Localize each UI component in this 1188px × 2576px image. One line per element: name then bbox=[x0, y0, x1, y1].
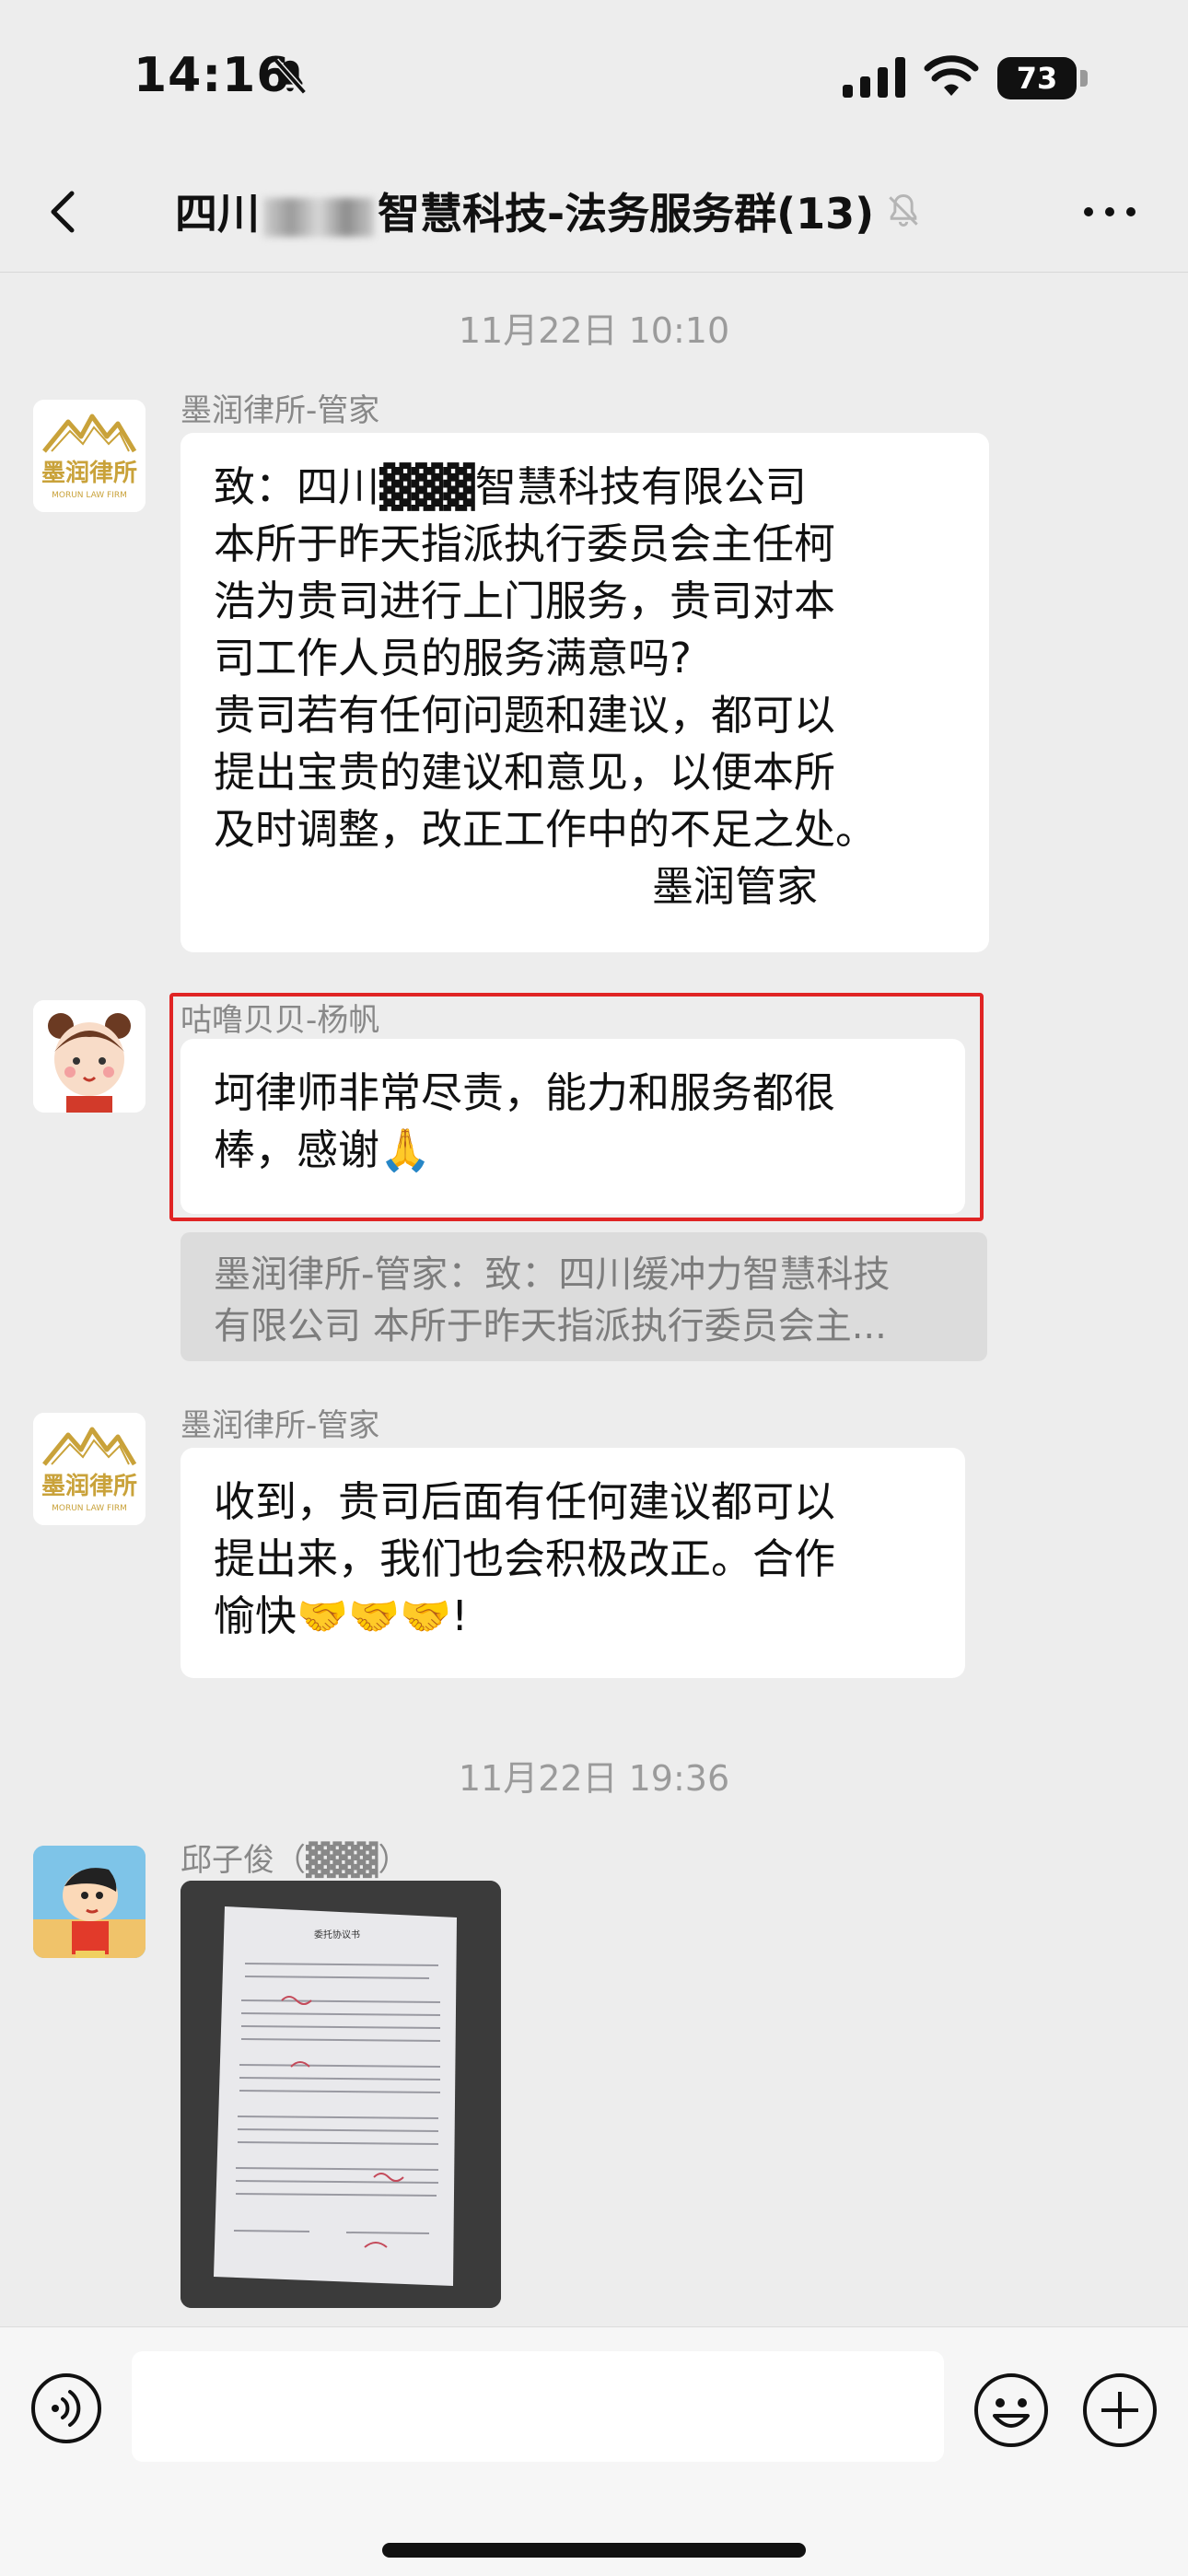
quoted-message[interactable]: 墨润律所-管家：致：四川缓冲力智慧科技 有限公司 本所于昨天指派执行委员会主..… bbox=[181, 1232, 987, 1361]
battery-level: 73 bbox=[997, 57, 1077, 99]
plus-icon[interactable] bbox=[1081, 2372, 1159, 2449]
logo-subtext: MORUN LAW FIRM bbox=[52, 491, 127, 500]
input-bar bbox=[0, 2326, 1188, 2576]
signal-icon bbox=[843, 57, 905, 98]
message-bubble[interactable]: 致：四川▓▓▓智慧科技有限公司 本所于昨天指派执行委员会主任柯 浩为贵司进行上门… bbox=[181, 433, 989, 952]
sender-name: 邱子俊（▓▓▓） bbox=[181, 1842, 410, 1879]
battery-indicator: 73 bbox=[997, 57, 1088, 99]
avatar-law-firm[interactable]: 墨润律所 MORUN LAW FIRM bbox=[33, 400, 146, 512]
message-line: 贵司若有任何问题和建议，都可以 bbox=[214, 691, 836, 740]
highlight-box bbox=[169, 993, 984, 1221]
message-line: 提出宝贵的建议和意见，以便本所 bbox=[214, 748, 836, 797]
document-title: 委托协议书 bbox=[314, 1929, 360, 1941]
sender-name: 墨润律所-管家 bbox=[181, 1407, 380, 1444]
message-input[interactable] bbox=[132, 2351, 944, 2462]
bell-off-icon bbox=[274, 58, 307, 95]
girl-avatar-illustration bbox=[33, 1000, 146, 1113]
logo-text: 墨润律所 bbox=[41, 459, 137, 487]
mute-bell-icon bbox=[889, 194, 918, 227]
avatar-law-firm[interactable]: 墨润律所 MORUN LAW FIRM bbox=[33, 1413, 146, 1525]
title-suffix: 智慧科技-法务服务群(13) bbox=[378, 189, 875, 239]
redacted-blur bbox=[263, 197, 374, 237]
cartoon-boy-avatar bbox=[33, 1846, 146, 1958]
wifi-icon bbox=[924, 55, 979, 96]
law-firm-logo: 墨润律所 MORUN LAW FIRM bbox=[33, 1413, 146, 1525]
home-indicator bbox=[382, 2543, 806, 2558]
image-message[interactable]: 委托协议书 bbox=[181, 1881, 501, 2308]
avatar-user-cartoon[interactable] bbox=[33, 1846, 146, 1958]
document-photo: 委托协议书 bbox=[181, 1881, 501, 2308]
message-bubble[interactable]: 收到，贵司后面有任何建议都可以 提出来，我们也会积极改正。合作 愉快🤝🤝🤝! bbox=[181, 1448, 965, 1678]
timestamp: 11月22日 10:10 bbox=[458, 310, 730, 351]
message-signature: 墨润管家 bbox=[651, 862, 818, 911]
emoji-icon[interactable] bbox=[973, 2372, 1050, 2449]
sender-name: 墨润律所-管家 bbox=[181, 392, 380, 429]
nav-bar: 四川 智慧科技-法务服务群(13) bbox=[0, 157, 1188, 273]
message-line: 收到，贵司后面有任何建议都可以 bbox=[214, 1477, 836, 1526]
voice-input-icon[interactable] bbox=[29, 2372, 103, 2445]
message-line: 提出来，我们也会积极改正。合作 bbox=[214, 1534, 836, 1583]
logo-text: 墨润律所 bbox=[41, 1472, 137, 1500]
message-line: 浩为贵司进行上门服务，贵司对本 bbox=[214, 577, 836, 625]
chat-title-text: 四川 智慧科技-法务服务群(13) bbox=[175, 181, 874, 241]
logo-subtext: MORUN LAW FIRM bbox=[52, 1504, 127, 1513]
chat-title: 四川 智慧科技-法务服务群(13) bbox=[175, 179, 924, 243]
status-bar: 14:16 73 bbox=[0, 0, 1188, 157]
quote-line: 有限公司 本所于昨天指派执行委员会主... bbox=[214, 1305, 887, 1347]
message-line: 本所于昨天指派执行委员会主任柯 bbox=[214, 519, 836, 568]
timestamp: 11月22日 19:36 bbox=[458, 1758, 730, 1799]
quote-line: 墨润律所-管家：致：四川缓冲力智慧科技 bbox=[214, 1253, 891, 1296]
message-line: 致：四川▓▓▓智慧科技有限公司 bbox=[214, 462, 807, 511]
title-prefix: 四川 bbox=[175, 189, 260, 239]
avatar-user-girl[interactable] bbox=[33, 1000, 146, 1113]
message-line: 及时调整，改正工作中的不足之处。 bbox=[214, 805, 878, 854]
message-line: 愉快🤝🤝🤝! bbox=[214, 1591, 469, 1640]
status-time: 14:16 bbox=[134, 48, 291, 103]
message-line: 司工作人员的服务满意吗? bbox=[214, 634, 692, 682]
law-firm-logo: 墨润律所 MORUN LAW FIRM bbox=[33, 400, 146, 512]
more-options-icon[interactable] bbox=[1077, 184, 1142, 239]
battery-cap bbox=[1080, 70, 1088, 87]
back-button[interactable] bbox=[37, 184, 92, 239]
